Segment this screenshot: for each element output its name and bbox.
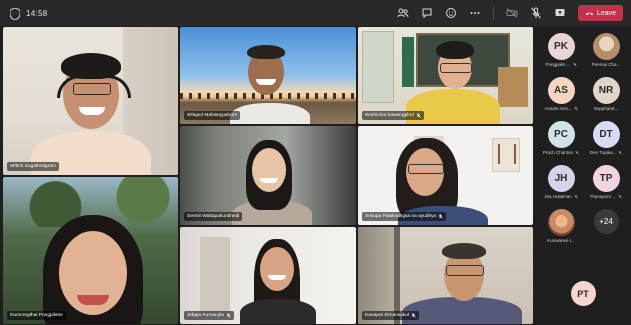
participant-avatar-cell[interactable]: JH Jira Hulaiman bbox=[538, 165, 584, 203]
participant-avatar-cell[interactable]: Peemai Cha... bbox=[583, 33, 629, 71]
participant-name: Den Tupaw... bbox=[589, 150, 617, 155]
shield-icon bbox=[9, 7, 21, 21]
participant-name: Kunwanee I... bbox=[547, 238, 575, 243]
video-tile[interactable]: Jidapa Kumanjda bbox=[180, 227, 356, 324]
share-screen-icon[interactable] bbox=[550, 3, 570, 23]
participant-name: Srisupa Palakvangsa na ayudhya bbox=[365, 214, 437, 219]
meeting-toolbar: 14:58 Leave bbox=[0, 0, 631, 26]
avatar: NR bbox=[592, 77, 620, 104]
video-tile[interactable]: Wittch Sugathotigram bbox=[3, 27, 178, 175]
participant-avatar-cell[interactable]: DT Den Tupaw... bbox=[583, 121, 629, 159]
camera-icon[interactable] bbox=[502, 3, 522, 23]
mic-muted-icon bbox=[411, 313, 416, 318]
avatar: DT bbox=[592, 121, 620, 148]
mic-muted-icon bbox=[618, 150, 622, 155]
mic-muted-icon bbox=[573, 194, 578, 199]
participant-avatar-cell[interactable]: Kunwanee I... bbox=[538, 209, 584, 247]
participant-name: Peemai Cha... bbox=[591, 62, 621, 67]
avatar-label: Peemai Cha... bbox=[592, 62, 621, 67]
more-participants-button[interactable]: +24 bbox=[583, 209, 629, 247]
participant-name: Dumrongthai Pongpiktee bbox=[10, 313, 63, 318]
avatar-photo bbox=[592, 33, 620, 60]
people-icon[interactable] bbox=[393, 3, 413, 23]
participant-name: Ananta Sris... bbox=[544, 106, 572, 111]
mic-muted-icon bbox=[572, 62, 577, 67]
mic-muted-icon bbox=[226, 313, 231, 318]
leave-label: Leave bbox=[596, 9, 616, 17]
avatar-label: Ananta Sris... bbox=[544, 106, 578, 111]
avatar-label: Prach Chanton bbox=[543, 150, 579, 155]
avatar: AS bbox=[547, 77, 575, 104]
video-tile[interactable]: Witapol Mahiseypahorn bbox=[180, 27, 356, 124]
video-tile[interactable]: Dumrongthai Pongpiktee bbox=[3, 177, 178, 324]
participant-nameplate: Dumrongthai Pongpiktee bbox=[7, 311, 66, 320]
meeting-timer: 14:58 bbox=[26, 8, 48, 18]
reactions-icon[interactable] bbox=[441, 3, 461, 23]
avatar: PC bbox=[547, 121, 575, 148]
participant-sidebar: PK Pongpalin ... Peemai Cha... AS Ananta… bbox=[536, 27, 631, 324]
self-avatar: PT bbox=[570, 281, 596, 306]
leave-button[interactable]: Leave bbox=[577, 5, 623, 21]
participant-name: Kanapot Simansakul bbox=[365, 313, 409, 318]
participant-avatar-cell[interactable]: PC Prach Chanton bbox=[538, 121, 584, 159]
participant-name: Pongpalin ... bbox=[545, 62, 571, 67]
avatar-label: Pongpalin ... bbox=[545, 62, 577, 67]
avatar-photo bbox=[547, 209, 575, 236]
participant-avatar-cell[interactable]: PK Pongpalin ... bbox=[538, 33, 584, 71]
participant-name: Jira Hulaiman bbox=[544, 194, 572, 199]
participant-name: Wittch Sugathotigram bbox=[10, 164, 56, 169]
avatar-label: Noppharat... bbox=[594, 106, 619, 111]
participant-avatar-cell[interactable]: AS Ananta Sris... bbox=[538, 77, 584, 115]
participant-nameplate: Wittch Sugathotigram bbox=[7, 162, 59, 171]
video-tile[interactable]: Wuthichai Sawangphol bbox=[358, 27, 533, 124]
participant-nameplate: Srisupa Palakvangsa na ayudhya bbox=[362, 212, 447, 221]
mic-muted-icon bbox=[438, 214, 443, 219]
mic-muted-icon bbox=[575, 150, 579, 155]
participant-nameplate: Jidapa Kumanjda bbox=[184, 311, 235, 320]
toolbar-divider bbox=[492, 6, 494, 20]
more-options-icon[interactable] bbox=[465, 3, 485, 23]
participant-name: Prach Chanton bbox=[542, 150, 574, 155]
avatar-label: Den Tupaw... bbox=[590, 150, 622, 155]
video-tile[interactable]: Kanapot Simansakul bbox=[358, 227, 533, 324]
mic-muted-icon bbox=[573, 106, 578, 111]
avatar-label: Thanaporn ... bbox=[590, 194, 623, 199]
participant-nameplate: Kanapot Simansakul bbox=[362, 311, 419, 320]
video-tile[interactable]: Srisupa Palakvangsa na ayudhya bbox=[358, 126, 533, 225]
video-grid: Wittch Sugathotigram Witapol Mahiseypaho… bbox=[3, 27, 533, 324]
participant-avatar-cell[interactable]: TP Thanaporn ... bbox=[583, 165, 629, 203]
microphone-icon[interactable] bbox=[526, 3, 546, 23]
participant-name: Witapol Mahiseypahorn bbox=[187, 113, 238, 118]
chat-icon[interactable] bbox=[417, 3, 437, 23]
more-participants-count: +24 bbox=[593, 209, 619, 234]
participant-nameplate: Wuthichai Sawangphol bbox=[362, 111, 424, 120]
mic-muted-icon bbox=[618, 194, 623, 199]
avatar: TP bbox=[592, 165, 620, 192]
avatar: JH bbox=[547, 165, 575, 192]
participant-nameplate: Witapol Mahiseypahorn bbox=[184, 111, 241, 120]
participant-name: Noppharat... bbox=[593, 106, 619, 111]
participant-name: Wuthichai Sawangphol bbox=[365, 113, 414, 118]
avatar: PK bbox=[547, 33, 575, 60]
self-view[interactable]: PT bbox=[560, 281, 606, 319]
avatar-label: Jira Hulaiman bbox=[544, 194, 578, 199]
participant-name: Jidapa Kumanjda bbox=[187, 313, 225, 318]
participant-name: Thanaporn ... bbox=[589, 194, 617, 199]
avatar-label: Kunwanee I... bbox=[547, 238, 575, 243]
participant-avatar-cell[interactable]: NR Noppharat... bbox=[583, 77, 629, 115]
participant-name: Sermit Wattapakunbhedi bbox=[187, 214, 240, 219]
phone-hangup-icon bbox=[585, 12, 594, 15]
video-tile[interactable]: Sermit Wattapakunbhedi bbox=[180, 126, 356, 225]
participant-nameplate: Sermit Wattapakunbhedi bbox=[184, 212, 243, 221]
mic-muted-icon bbox=[415, 113, 421, 118]
